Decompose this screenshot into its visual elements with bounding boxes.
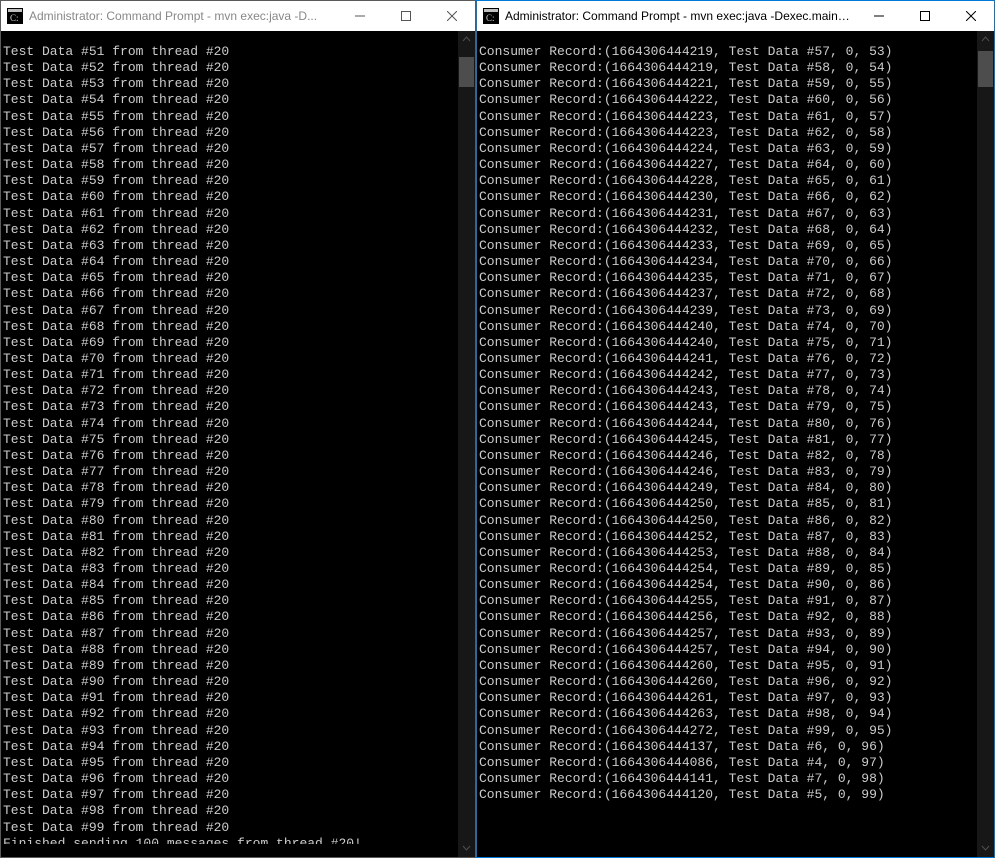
- consumer-window-controls: [856, 1, 994, 31]
- maximize-button[interactable]: [383, 1, 429, 31]
- producer-scrollbar[interactable]: [458, 31, 475, 857]
- close-button[interactable]: [948, 1, 994, 31]
- cmd-icon: C:: [483, 8, 499, 24]
- scroll-down-arrow-icon[interactable]: [977, 840, 994, 857]
- scroll-up-arrow-icon[interactable]: [977, 31, 994, 48]
- producer-console-wrap: Test Data #51 from thread #20 Test Data …: [1, 31, 475, 857]
- close-button[interactable]: [429, 1, 475, 31]
- consumer-scrollbar[interactable]: [977, 31, 994, 857]
- minimize-button[interactable]: [856, 1, 902, 31]
- producer-console-output[interactable]: Test Data #51 from thread #20 Test Data …: [1, 44, 458, 844]
- producer-window-title: Administrator: Command Prompt - mvn exec…: [29, 9, 337, 23]
- consumer-titlebar[interactable]: C: Administrator: Command Prompt - mvn e…: [477, 1, 994, 31]
- scroll-down-arrow-icon[interactable]: [458, 840, 475, 857]
- cmd-icon: C:: [7, 8, 23, 24]
- producer-window-controls: [337, 1, 475, 31]
- consumer-window-title: Administrator: Command Prompt - mvn exec…: [505, 9, 856, 23]
- minimize-button[interactable]: [337, 1, 383, 31]
- scroll-up-arrow-icon[interactable]: [458, 31, 475, 48]
- consumer-window: C: Administrator: Command Prompt - mvn e…: [476, 0, 995, 858]
- consumer-console-output[interactable]: Consumer Record:(1664306444219, Test Dat…: [477, 44, 977, 844]
- producer-titlebar[interactable]: C: Administrator: Command Prompt - mvn e…: [1, 1, 475, 31]
- scroll-thumb[interactable]: [459, 57, 474, 87]
- scroll-thumb[interactable]: [978, 51, 993, 87]
- svg-text:C:: C:: [10, 13, 19, 23]
- maximize-button[interactable]: [902, 1, 948, 31]
- consumer-console-wrap: Consumer Record:(1664306444219, Test Dat…: [477, 31, 994, 857]
- producer-window: C: Administrator: Command Prompt - mvn e…: [0, 0, 476, 858]
- svg-text:C:: C:: [486, 13, 495, 23]
